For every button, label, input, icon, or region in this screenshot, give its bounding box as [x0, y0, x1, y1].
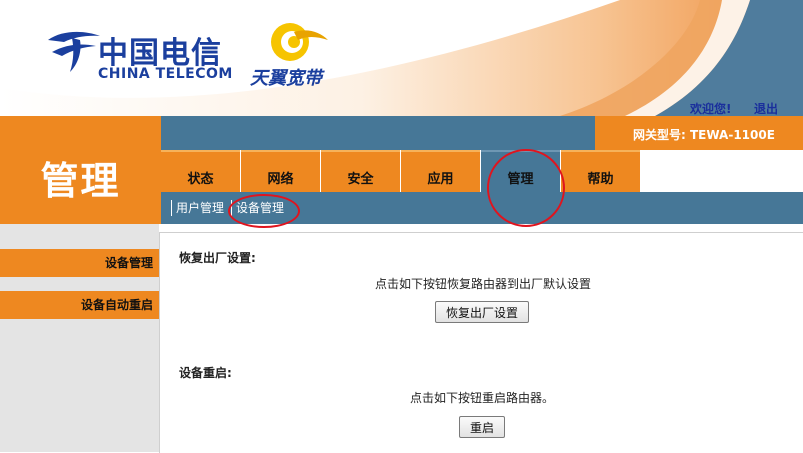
subnav-user-management[interactable]: 用户管理 — [171, 200, 224, 216]
sidebar-item-device-management[interactable]: 设备管理 — [0, 249, 161, 277]
reboot-description: 点击如下按钮重启路由器。 — [410, 391, 555, 405]
welcome-link[interactable]: 欢迎您! — [690, 100, 731, 116]
factory-reset-description: 点击如下按钮恢复路由器到出厂默认设置 — [375, 277, 592, 291]
china-telecom-logo-icon — [48, 31, 100, 72]
product-name: 天翼宽带 — [250, 68, 322, 89]
factory-reset-button[interactable]: 恢复出厂设置 — [435, 301, 530, 323]
sidebar-item-auto-reboot[interactable]: 设备自动重启 — [0, 291, 161, 319]
tab-application[interactable]: 应用 — [401, 150, 480, 192]
factory-reset-title: 恢复出厂设置: — [179, 251, 256, 265]
page-title: 管理 — [40, 159, 121, 203]
tab-management[interactable]: 管理 — [481, 150, 560, 192]
tab-network[interactable]: 网络 — [241, 150, 320, 192]
logout-link[interactable]: 退出 — [754, 100, 778, 116]
tab-security[interactable]: 安全 — [321, 150, 400, 192]
tianyi-logo-icon — [271, 23, 328, 61]
tab-status[interactable]: 状态 — [161, 150, 240, 192]
tab-help[interactable]: 帮助 — [561, 150, 640, 192]
reboot-title: 设备重启: — [179, 366, 232, 380]
gateway-model-label: 网关型号: TEWA-1100E — [633, 128, 775, 142]
header: 中国电信 CHINA TELECOM 天翼宽带 欢迎您! 退出 — [0, 0, 803, 116]
reboot-button[interactable]: 重启 — [459, 416, 506, 438]
brand-name-en: CHINA TELECOM — [98, 66, 233, 82]
subnav-device-management[interactable]: 设备管理 — [231, 200, 284, 216]
